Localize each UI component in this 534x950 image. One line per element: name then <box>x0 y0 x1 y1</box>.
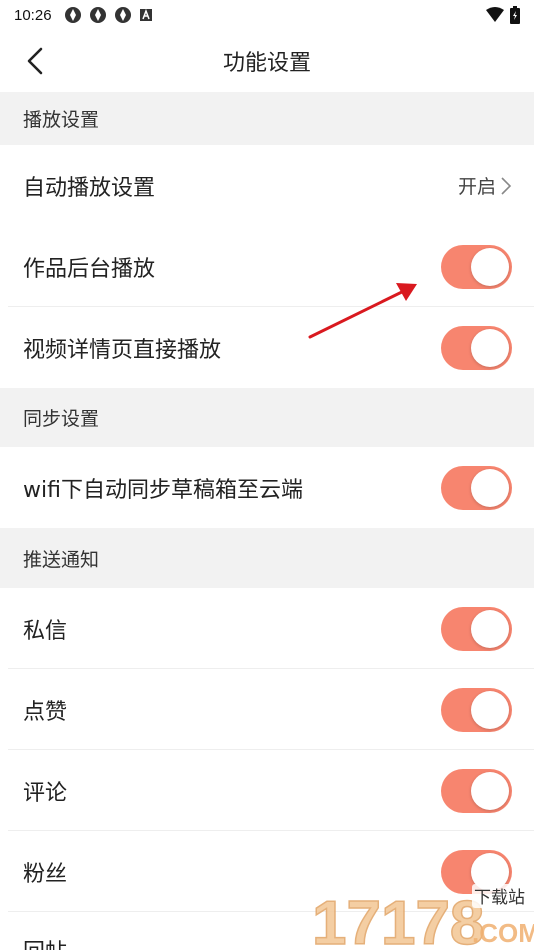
autoplay-setting-value: 开启 <box>457 176 496 198</box>
section-header-push: 推送通知 <box>0 528 534 588</box>
chevron-left-icon <box>27 47 43 75</box>
section-title: 播放设置 <box>23 109 100 131</box>
wifi-sync-row: wifi下自动同步草稿箱至云端 <box>0 447 534 528</box>
section-header-sync: 同步设置 <box>0 388 534 447</box>
toggle-knob <box>471 609 509 648</box>
comments-label: 评论 <box>23 780 68 806</box>
autoplay-setting-row[interactable]: 自动播放设置 开启 <box>0 145 534 226</box>
private-message-toggle[interactable] <box>441 606 512 651</box>
watermark-suffix: .COM <box>472 918 534 948</box>
toggle-knob <box>471 690 509 729</box>
page-title: 功能设置 <box>222 51 311 76</box>
likes-row: 点赞 <box>0 669 534 750</box>
title-bar: 功能设置 <box>0 30 534 92</box>
toggle-knob <box>471 468 509 507</box>
battery-icon <box>510 6 520 24</box>
likes-toggle[interactable] <box>441 687 512 732</box>
section-title: 同步设置 <box>23 408 100 430</box>
wifi-sync-toggle[interactable] <box>441 465 512 510</box>
chevron-right-icon <box>501 176 512 195</box>
app-notification-icon <box>64 7 81 23</box>
private-message-label: 私信 <box>23 618 68 644</box>
background-play-row: 作品后台播放 <box>0 226 534 307</box>
detail-direct-play-label: 视频详情页直接播放 <box>23 337 222 363</box>
likes-label: 点赞 <box>23 699 68 725</box>
section-header-playback: 播放设置 <box>0 92 534 145</box>
section-title: 推送通知 <box>23 548 100 571</box>
watermark-logo: 17178 下载站 .COM <box>311 884 534 950</box>
detail-direct-play-row: 视频详情页直接播放 <box>0 307 534 388</box>
toggle-knob <box>471 328 509 367</box>
detail-direct-play-toggle[interactable] <box>441 325 512 370</box>
status-time: 10:26 <box>14 6 52 24</box>
background-play-label: 作品后台播放 <box>23 256 156 282</box>
status-bar: 10:26 <box>0 0 534 30</box>
wifi-icon <box>486 7 504 22</box>
app-notification-icon <box>114 7 131 23</box>
comments-row: 评论 <box>0 750 534 831</box>
comments-toggle[interactable] <box>441 768 512 813</box>
watermark-text: 17178 <box>312 889 484 950</box>
toggle-knob <box>471 771 509 810</box>
toggle-knob <box>471 247 509 286</box>
background-play-toggle[interactable] <box>441 244 512 289</box>
private-message-row: 私信 <box>0 588 534 669</box>
watermark-sub: 下载站 <box>474 888 525 908</box>
accessibility-notification-icon <box>139 8 152 21</box>
back-button[interactable] <box>20 44 50 78</box>
app-notification-icon <box>89 7 106 23</box>
autoplay-setting-label: 自动播放设置 <box>23 175 156 201</box>
wifi-sync-label: wifi下自动同步草稿箱至云端 <box>23 477 303 503</box>
